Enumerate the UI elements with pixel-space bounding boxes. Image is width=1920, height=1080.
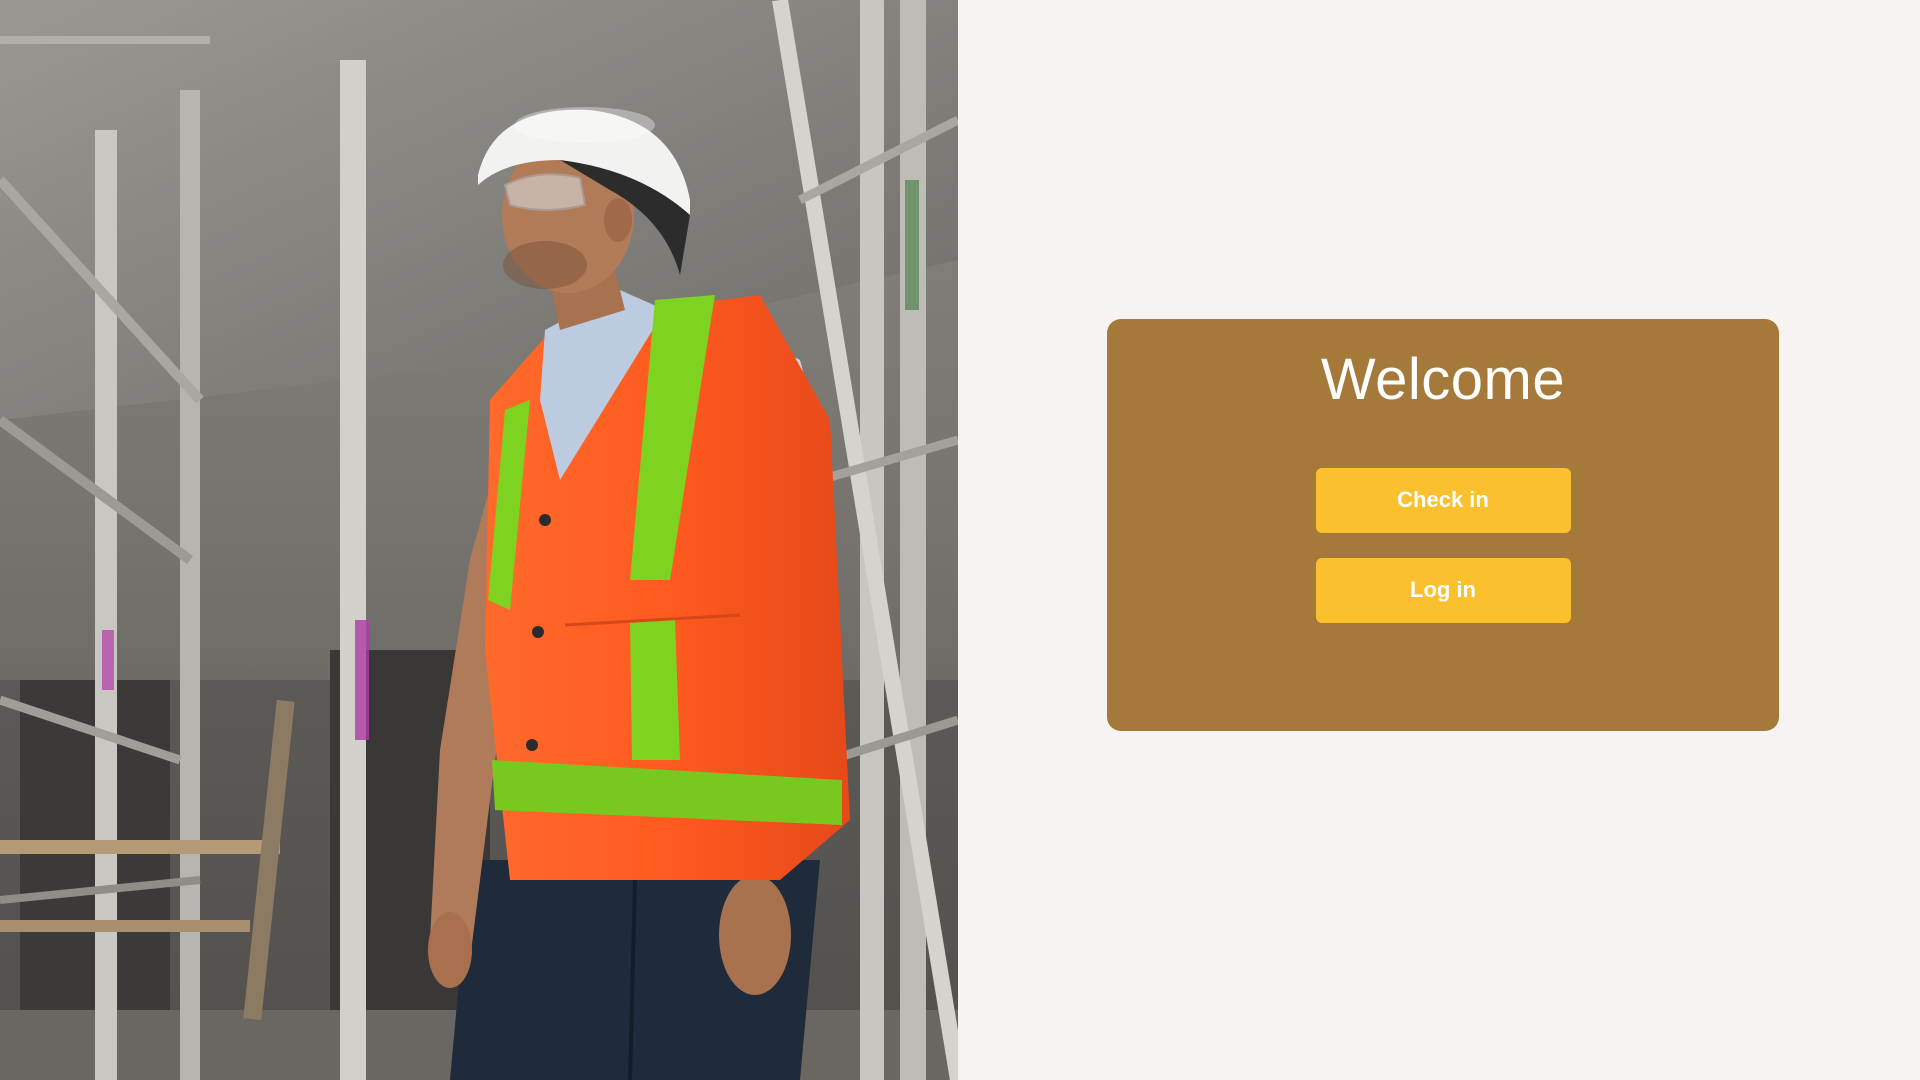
check-in-button[interactable]: Check in <box>1315 467 1571 533</box>
log-in-button[interactable]: Log in <box>1315 557 1571 623</box>
right-panel: Welcome Check in Log in <box>958 0 1920 1080</box>
construction-worker-photo <box>0 0 958 1080</box>
hero-image <box>0 0 958 1080</box>
welcome-title: Welcome <box>1320 347 1566 412</box>
welcome-card: Welcome Check in Log in <box>1107 319 1779 731</box>
